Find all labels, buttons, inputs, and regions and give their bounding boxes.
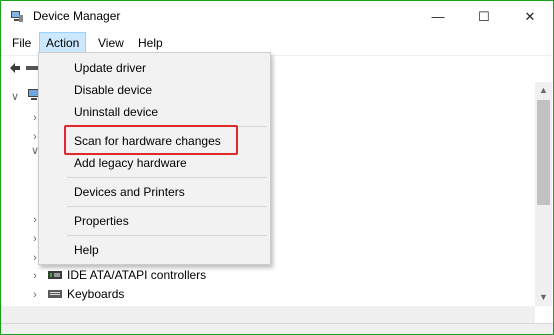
menu-item-disable-device[interactable]: Disable device bbox=[39, 79, 270, 101]
maximize-icon: ☐ bbox=[478, 9, 490, 24]
menu-item-update-driver[interactable]: Update driver bbox=[39, 57, 270, 79]
keyboard-icon bbox=[48, 290, 62, 298]
menu-item-label: Properties bbox=[74, 214, 129, 228]
close-button[interactable]: ✕ bbox=[507, 1, 553, 32]
menu-item-label: Update driver bbox=[74, 61, 147, 75]
chevron-down-icon[interactable]: ∨ bbox=[10, 92, 20, 103]
scroll-thumb[interactable] bbox=[537, 100, 550, 205]
menu-item-label: Devices and Printers bbox=[74, 185, 185, 199]
menu-separator bbox=[67, 206, 267, 207]
menu-item-properties[interactable]: Properties bbox=[39, 210, 270, 232]
window-title: Device Manager bbox=[33, 9, 121, 23]
minimize-icon: — bbox=[431, 9, 445, 24]
menu-item-label: Uninstall device bbox=[74, 105, 159, 119]
device-manager-icon bbox=[11, 11, 23, 22]
menu-item-label: Disable device bbox=[74, 83, 153, 97]
menu-separator bbox=[67, 177, 267, 178]
chevron-right-icon[interactable]: › bbox=[30, 271, 40, 282]
status-bar bbox=[1, 323, 553, 334]
menu-item-uninstall-device[interactable]: Uninstall device bbox=[39, 101, 270, 123]
ide-controller-icon bbox=[48, 271, 62, 279]
menu-view[interactable]: View bbox=[92, 32, 130, 54]
scroll-up-icon[interactable]: ▲ bbox=[535, 82, 552, 99]
tree-item-ide-controllers[interactable]: IDE ATA/ATAPI controllers bbox=[67, 266, 206, 284]
vertical-scrollbar[interactable]: ▲ ▼ bbox=[535, 82, 552, 306]
menu-item-devices-printers[interactable]: Devices and Printers bbox=[39, 181, 270, 203]
highlight-box bbox=[64, 125, 238, 155]
menu-item-help[interactable]: Help bbox=[39, 239, 270, 261]
title-bar: Device Manager — ☐ ✕ bbox=[1, 1, 553, 32]
menu-help[interactable]: Help bbox=[132, 32, 169, 54]
back-arrow-icon[interactable] bbox=[8, 61, 22, 75]
menu-item-label: Help bbox=[74, 243, 99, 257]
tree-item-keyboards[interactable]: Keyboards bbox=[67, 285, 124, 303]
menu-file[interactable]: File bbox=[6, 32, 37, 54]
maximize-button[interactable]: ☐ bbox=[461, 1, 507, 32]
minimize-button[interactable]: — bbox=[415, 1, 461, 32]
close-icon: ✕ bbox=[524, 9, 536, 24]
scroll-down-icon[interactable]: ▼ bbox=[535, 289, 552, 306]
action-menu: Update driver Disable device Uninstall d… bbox=[38, 52, 271, 265]
forward-arrow-icon[interactable] bbox=[26, 63, 38, 73]
menu-action[interactable]: Action bbox=[39, 32, 87, 54]
horizontal-scrollbar[interactable] bbox=[1, 306, 535, 323]
menu-separator bbox=[67, 235, 267, 236]
menu-item-label: Add legacy hardware bbox=[74, 156, 187, 170]
menu-bar: File Action View Help bbox=[1, 32, 553, 54]
menu-item-add-legacy-hardware[interactable]: Add legacy hardware bbox=[39, 152, 270, 174]
chevron-right-icon[interactable]: › bbox=[30, 290, 40, 301]
